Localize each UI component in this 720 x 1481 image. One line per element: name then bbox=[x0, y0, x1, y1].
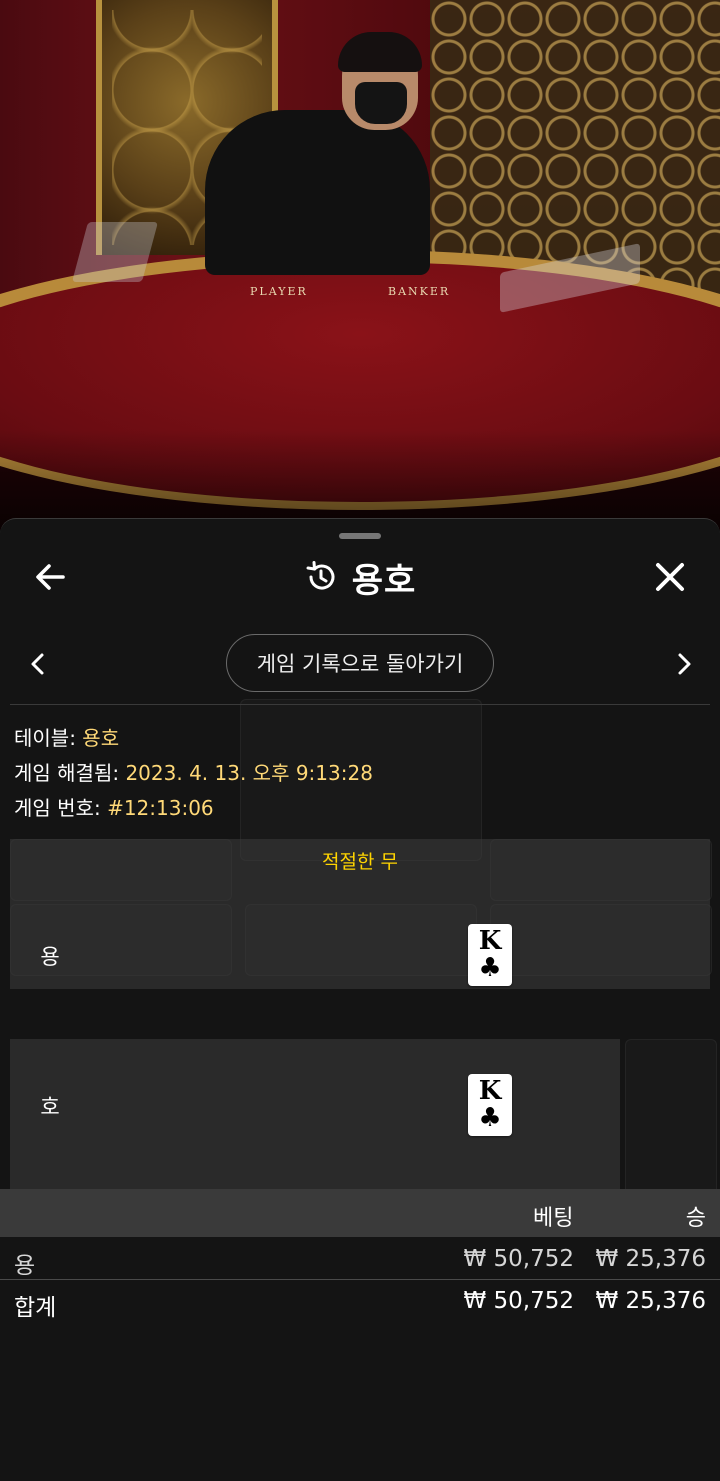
bet-column-header: 베팅 bbox=[533, 1206, 574, 1231]
bet-row-amount: ₩ 50,752 bbox=[463, 1246, 574, 1272]
next-game-button[interactable] bbox=[672, 649, 696, 679]
row-divider bbox=[0, 1279, 720, 1280]
felt-label-banker: BANKER bbox=[388, 285, 451, 298]
total-win: ₩ 25,376 bbox=[595, 1288, 706, 1314]
dragon-label: 용 bbox=[40, 945, 60, 969]
dragon-card-suit: ♣ bbox=[478, 953, 502, 983]
bet-row-name: 용 bbox=[14, 1253, 36, 1279]
game-number-label: 게임 번호: bbox=[14, 796, 108, 820]
tiger-card: K ♣ bbox=[468, 1074, 512, 1136]
resolved-info: 게임 해결됨: 2023. 4. 13. 오후 9:13:28 bbox=[14, 757, 373, 786]
win-column-header: 승 bbox=[685, 1206, 706, 1231]
close-icon bbox=[656, 563, 684, 591]
outcome-text: 적절한 무 bbox=[322, 851, 398, 873]
game-number-info: 게임 번호: #12:13:06 bbox=[14, 792, 214, 821]
chevron-right-icon bbox=[678, 653, 691, 675]
sheet-drag-handle[interactable] bbox=[339, 533, 381, 539]
table-row: 용 ₩ 50,752 ₩ 25,376 bbox=[0, 1239, 720, 1281]
game-number-value: #12:13:06 bbox=[107, 796, 214, 820]
page-title: 용호 bbox=[351, 560, 417, 601]
dragon-card: K ♣ bbox=[468, 924, 512, 986]
table-info: 테이블: 용호 bbox=[14, 722, 119, 751]
tiger-card-rank: K bbox=[478, 1076, 502, 1106]
video-fade bbox=[0, 430, 720, 530]
table-info-value: 용호 bbox=[82, 726, 120, 750]
tiger-label: 호 bbox=[40, 1095, 60, 1119]
divider bbox=[10, 704, 710, 705]
total-bet: ₩ 50,752 bbox=[463, 1288, 574, 1314]
felt-label-player: PLAYER bbox=[250, 285, 308, 298]
chevron-left-icon bbox=[31, 653, 44, 675]
history-icon bbox=[306, 561, 335, 590]
total-label: 합계 bbox=[14, 1295, 57, 1321]
dealer-mask bbox=[355, 82, 407, 124]
bet-row-win: ₩ 25,376 bbox=[595, 1246, 706, 1272]
tiger-result-panel bbox=[10, 1039, 620, 1189]
resolved-info-label: 게임 해결됨: bbox=[14, 761, 126, 785]
close-button[interactable] bbox=[650, 557, 690, 597]
total-row: 합계 ₩ 50,752 ₩ 25,376 bbox=[0, 1281, 720, 1323]
resolved-info-value: 2023. 4. 13. 오후 9:13:28 bbox=[125, 761, 373, 785]
game-history-sheet: 용호 게임 기록으로 돌아가기 테이블: 용호 게임 해결됨: 2023. 4.… bbox=[0, 518, 720, 1481]
sheet-title: 용호 bbox=[0, 555, 720, 601]
live-video: PLAYER BANKER bbox=[0, 0, 720, 530]
dealer bbox=[205, 110, 430, 275]
back-to-history-button[interactable]: 게임 기록으로 돌아가기 bbox=[226, 634, 494, 692]
previous-game-button[interactable] bbox=[26, 649, 50, 679]
dragon-card-rank: K bbox=[478, 926, 502, 956]
bets-table-header: 베팅 승 bbox=[0, 1189, 720, 1237]
tiger-card-suit: ♣ bbox=[478, 1103, 502, 1133]
table-info-label: 테이블: bbox=[14, 726, 83, 750]
